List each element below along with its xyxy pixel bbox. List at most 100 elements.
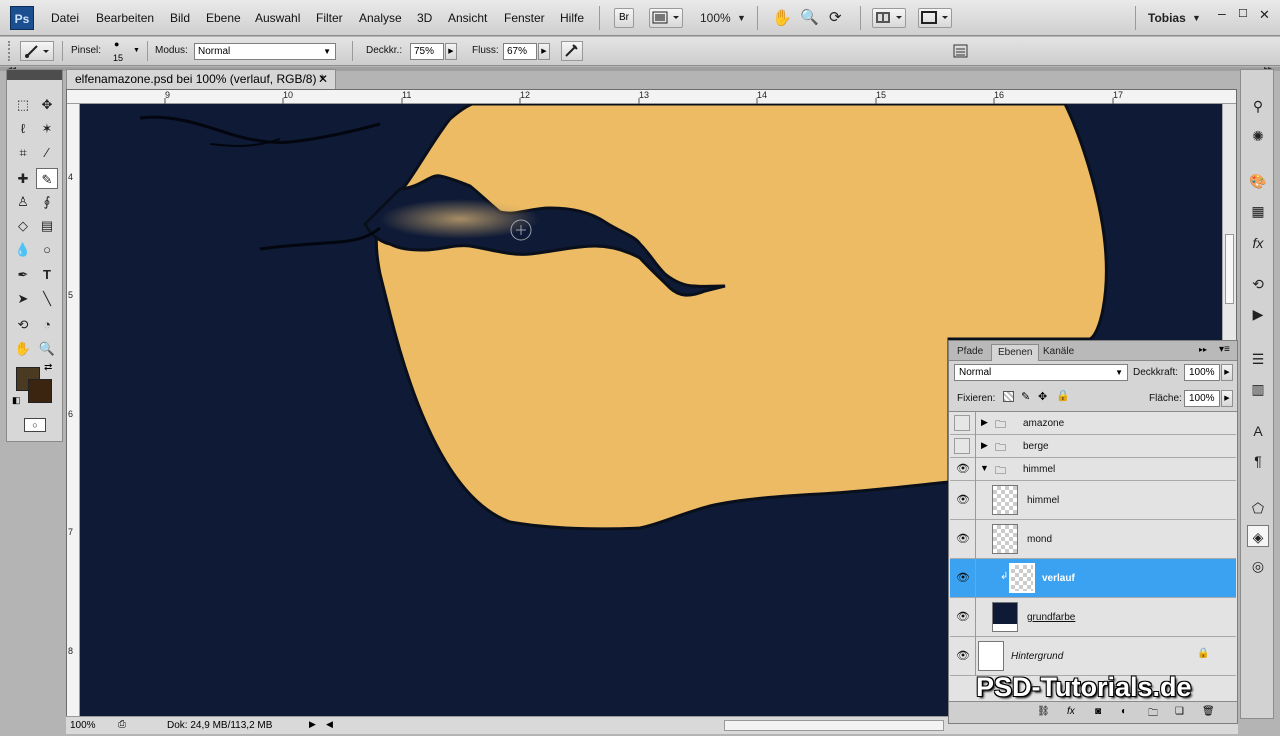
zoom-tool-icon[interactable]: 🔍 [36, 338, 58, 359]
actions-icon[interactable]: ▶ [1247, 303, 1269, 325]
scroll-left-icon[interactable]: ◀ [326, 719, 333, 730]
zoom-level[interactable]: 100% [700, 11, 731, 25]
swap-colors-icon[interactable]: ⇄ [44, 362, 52, 373]
hand-tool-icon[interactable]: ✋ [12, 338, 34, 359]
history-brush-tool-icon[interactable]: ∮ [36, 191, 58, 212]
visibility-toggle[interactable] [954, 415, 970, 431]
flow-slider-arrow[interactable]: ▶ [538, 43, 550, 60]
status-zoom[interactable]: 100% [70, 720, 96, 731]
adjustment-layer-icon[interactable]: ◐ [1121, 706, 1127, 717]
horizontal-scroll-thumb[interactable] [724, 720, 944, 731]
masks-icon[interactable]: ▥ [1247, 378, 1269, 400]
rotate-view-icon[interactable]: ⟳ [829, 8, 842, 26]
eyedropper-tool-icon[interactable]: ⁄ [36, 142, 58, 163]
menu-fenster[interactable]: Fenster [504, 11, 545, 25]
view-extras-button[interactable] [649, 8, 683, 28]
menu-3d[interactable]: 3D [417, 11, 432, 25]
brush-dropdown-icon[interactable]: ▼ [133, 47, 140, 54]
background-color-swatch[interactable] [28, 379, 52, 403]
fill-input[interactable]: 100% [1184, 390, 1220, 407]
tab-ebenen[interactable]: Ebenen [991, 344, 1040, 361]
bridge-button[interactable]: Br [614, 8, 634, 28]
layer-mask-icon[interactable]: ◙ [1095, 706, 1101, 717]
layers-icon[interactable]: ◈ [1247, 525, 1269, 547]
dodge-tool-icon[interactable]: ○ [36, 239, 58, 260]
marquee-tool-icon[interactable]: ⬚ [12, 94, 34, 115]
menu-ansicht[interactable]: Ansicht [448, 11, 487, 25]
lock-all-icon[interactable]: 🔒 [1056, 389, 1070, 402]
move-tool-icon[interactable]: ✥ [36, 94, 58, 115]
swatches-icon[interactable]: ▦ [1247, 200, 1269, 222]
path-selection-tool-icon[interactable]: ➤ [12, 288, 34, 309]
healing-brush-tool-icon[interactable]: ✚ [12, 168, 34, 189]
gradient-tool-icon[interactable]: ▤ [36, 215, 58, 236]
layer-himmel[interactable]: 👁 himmel [950, 481, 1236, 520]
layer-style-icon[interactable]: fx [1067, 706, 1075, 717]
layer-opacity-arrow[interactable]: ▶ [1221, 364, 1233, 381]
airbrush-button[interactable] [561, 41, 583, 61]
menu-ebene[interactable]: Ebene [206, 11, 241, 25]
brush-tool-icon[interactable]: ✎ [36, 168, 58, 189]
eye-icon[interactable]: 👁 [952, 610, 974, 623]
lock-transparency-icon[interactable] [1003, 391, 1014, 402]
quick-mask-icon[interactable]: ○ [24, 418, 46, 432]
tool-presets-icon[interactable]: ⚲ [1247, 95, 1269, 117]
visibility-toggle[interactable] [954, 438, 970, 454]
layer-verlauf[interactable]: 👁 ↲ verlauf [950, 559, 1236, 598]
adjustments-icon[interactable]: ☰ [1247, 348, 1269, 370]
layer-grundfarbe[interactable]: 👁 grundfarbe [950, 598, 1236, 637]
paragraph-icon[interactable]: ¶ [1247, 450, 1269, 472]
3d-orbit-tool-icon[interactable]: ◔ [36, 314, 58, 335]
vertical-scroll-thumb[interactable] [1225, 234, 1234, 304]
crop-tool-icon[interactable]: ⌗ [12, 142, 34, 163]
minimize-icon[interactable]: – [1218, 5, 1226, 21]
menu-filter[interactable]: Filter [316, 11, 343, 25]
screen-mode-button[interactable] [918, 8, 952, 28]
maximize-icon[interactable]: ☐ [1238, 7, 1248, 20]
menu-auswahl[interactable]: Auswahl [255, 11, 300, 25]
eye-icon[interactable]: 👁 [952, 571, 974, 584]
expand-arrow-icon[interactable]: ▶ [981, 440, 988, 451]
character-icon[interactable]: A [1247, 420, 1269, 442]
close-icon[interactable]: ✕ [1259, 7, 1270, 23]
tab-pfade[interactable]: Pfade [951, 344, 989, 361]
collapse-arrow-icon[interactable]: ▼ [980, 463, 989, 473]
eye-icon[interactable]: 👁 [952, 649, 974, 662]
collapse-panel-icon[interactable]: ▸▸ [1199, 345, 1207, 354]
eraser-tool-icon[interactable]: ◇ [12, 215, 34, 236]
pen-tool-icon[interactable]: ✒ [12, 264, 34, 285]
tool-preset-button[interactable] [20, 41, 54, 61]
layer-mond[interactable]: 👁 mond [950, 520, 1236, 559]
clone-stamp-tool-icon[interactable]: ♙ [12, 191, 34, 212]
tab-kanaele[interactable]: Kanäle [1037, 344, 1080, 361]
line-tool-icon[interactable]: ╲ [36, 288, 58, 309]
3d-rotate-tool-icon[interactable]: ⟲ [12, 314, 34, 335]
fill-arrow[interactable]: ▶ [1221, 390, 1233, 407]
eye-icon[interactable]: 👁 [952, 532, 974, 545]
status-camera-icon[interactable]: ⎙ [118, 719, 126, 730]
workspace-user[interactable]: Tobias [1148, 11, 1186, 25]
layer-group-berge[interactable]: ▶ 🗀 berge [950, 435, 1236, 458]
layer-group-himmel[interactable]: 👁 ▼ 🗀 himmel [950, 458, 1236, 481]
arrange-documents-button[interactable] [872, 8, 906, 28]
channels-icon[interactable]: ◎ [1247, 555, 1269, 577]
layer-hintergrund[interactable]: 👁 Hintergrund 🔒 [950, 637, 1236, 676]
menu-bearbeiten[interactable]: Bearbeiten [96, 11, 154, 25]
blur-tool-icon[interactable]: 💧 [12, 239, 34, 260]
menu-bild[interactable]: Bild [170, 11, 190, 25]
menu-analyse[interactable]: Analyse [359, 11, 402, 25]
styles-icon[interactable]: fx [1247, 232, 1269, 254]
default-colors-icon[interactable]: ◧ [12, 395, 21, 406]
lock-pixels-icon[interactable]: ✎ [1021, 390, 1030, 403]
lock-position-icon[interactable]: ✥ [1038, 390, 1047, 403]
history-icon[interactable]: ⟲ [1247, 273, 1269, 295]
hand-tool-icon[interactable]: ✋ [772, 8, 792, 28]
paths-icon[interactable]: ⬠ [1247, 497, 1269, 519]
magic-wand-tool-icon[interactable]: ✶ [36, 118, 58, 139]
lasso-tool-icon[interactable]: ℓ [12, 118, 34, 139]
layer-opacity-input[interactable]: 100% [1184, 364, 1220, 381]
brush-panel-button[interactable] [950, 41, 972, 61]
navigator-icon[interactable]: ✺ [1247, 125, 1269, 147]
flow-input[interactable]: 67% [503, 43, 537, 60]
expand-arrow-icon[interactable]: ▶ [981, 417, 988, 428]
